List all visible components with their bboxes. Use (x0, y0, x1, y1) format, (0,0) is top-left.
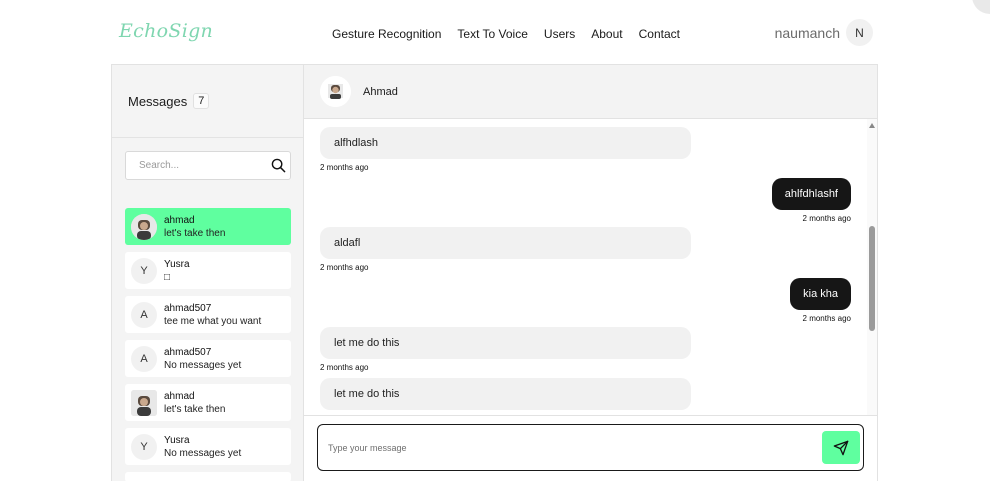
conversation-preview: □ (164, 271, 171, 283)
message-time: 2 months ago (320, 363, 369, 372)
conversation-sidebar: Messages 7 Search... ahmad let's take th… (112, 65, 304, 481)
send-icon (833, 440, 849, 455)
conversation-name: ahmad507 (164, 346, 212, 358)
conversation-name: ahmad (164, 214, 195, 226)
nav-users[interactable]: Users (544, 27, 575, 41)
message-time: 2 months ago (802, 214, 851, 223)
conversation-preview: tee me what you want (164, 315, 262, 327)
conversation-item-partial[interactable] (125, 472, 291, 481)
conversation-item[interactable]: A ahmad507 tee me what you want (125, 296, 291, 333)
search-icon[interactable] (271, 158, 286, 174)
messages-count-badge: 7 (193, 93, 210, 109)
message-time: 2 months ago (320, 163, 369, 172)
conversation-name: ahmad (164, 390, 195, 402)
sidebar-header: Messages 7 (112, 65, 303, 138)
message-bubble: let me do this (320, 378, 691, 410)
conversation-preview: let's take then (164, 227, 226, 239)
conversation-text: ahmad507 No messages yet (164, 347, 241, 371)
message-bubble: alfhdlash (320, 127, 691, 159)
avatar: A (131, 345, 157, 372)
conversation-text: ahmad let's take then (164, 391, 225, 415)
page: EchoSign Gesture Recognition Text To Voi… (0, 0, 990, 481)
chat-header: Ahmad (304, 65, 877, 119)
message-bubble: aldafl (320, 227, 691, 259)
user-photo-icon (131, 389, 157, 416)
avatar: A (131, 301, 157, 328)
message-incoming: let me do this (320, 378, 851, 410)
avatar: Y (131, 433, 157, 460)
message-composer (317, 424, 864, 471)
contact-avatar (320, 76, 351, 107)
conversation-text: ahmad let's take then (164, 215, 225, 239)
conversation-item[interactable]: A ahmad507 No messages yet (125, 340, 291, 377)
message-bubble: kia kha (790, 278, 851, 310)
conversation-text: Yusra □ (164, 259, 190, 283)
message-bubble: ahlfdhlashf (771, 178, 851, 210)
conversation-item[interactable]: ahmad let's take then (125, 208, 291, 245)
conversation-preview: No messages yet (164, 447, 242, 459)
message-list[interactable]: alfhdlash 2 months ago ahlfdhlashf 2 mon… (304, 119, 877, 415)
messages-title: Messages (128, 93, 188, 109)
main-nav: Gesture Recognition Text To Voice Users … (332, 27, 680, 41)
message-incoming: let me do this 2 months ago (320, 327, 851, 372)
message-incoming: aldafl 2 months ago (320, 227, 851, 272)
message-incoming: alfhdlash 2 months ago (320, 127, 851, 172)
composer-area (304, 415, 877, 481)
chat-app: Messages 7 Search... ahmad let's take th… (111, 64, 878, 481)
nav-about[interactable]: About (591, 27, 622, 41)
conversation-name: Yusra (164, 258, 190, 270)
message-input[interactable] (328, 442, 822, 453)
avatar: Y (131, 257, 157, 284)
conversation-item[interactable]: ahmad let's take then (125, 384, 291, 421)
user-menu[interactable]: naumanch N (775, 19, 873, 46)
conversation-text: Yusra No messages yet (164, 435, 241, 459)
nav-text-to-voice[interactable]: Text To Voice (457, 27, 528, 41)
conversation-name: Yusra (164, 434, 190, 446)
scrollbar-thumb[interactable] (869, 226, 875, 331)
chat-panel: Ahmad alfhdlash 2 months ago ahlfdhlashf… (304, 65, 877, 481)
conversation-name: ahmad507 (164, 302, 212, 314)
conversation-preview: No messages yet (164, 359, 242, 371)
nav-contact[interactable]: Contact (639, 27, 680, 41)
contact-name: Ahmad (363, 85, 398, 98)
avatar (131, 213, 157, 240)
avatar (131, 389, 157, 416)
conversation-item[interactable]: Y Yusra □ (125, 252, 291, 289)
user-photo-icon (320, 76, 351, 107)
send-button[interactable] (822, 431, 860, 464)
message-bubble: let me do this (320, 327, 691, 359)
message-outgoing: ahlfdhlashf 2 months ago (320, 178, 851, 223)
message-time: 2 months ago (320, 263, 369, 272)
search-input[interactable] (139, 160, 271, 171)
search-box (125, 151, 291, 180)
message-outgoing: kia kha 2 months ago (320, 278, 851, 323)
user-avatar[interactable]: N (846, 19, 873, 46)
scroll-up-arrow-icon[interactable] (869, 123, 875, 128)
user-photo-icon (131, 213, 157, 240)
corner-decoration (972, 0, 990, 14)
conversation-list: ahmad let's take then Y Yusra □ A ahmad5… (125, 208, 291, 481)
username[interactable]: naumanch (775, 25, 840, 41)
conversation-item[interactable]: Y Yusra No messages yet (125, 428, 291, 465)
conversation-preview: let's take then (164, 403, 226, 415)
nav-gesture-recognition[interactable]: Gesture Recognition (332, 27, 441, 41)
message-time: 2 months ago (802, 314, 851, 323)
conversation-text: ahmad507 tee me what you want (164, 303, 261, 327)
logo[interactable]: EchoSign (119, 20, 213, 42)
